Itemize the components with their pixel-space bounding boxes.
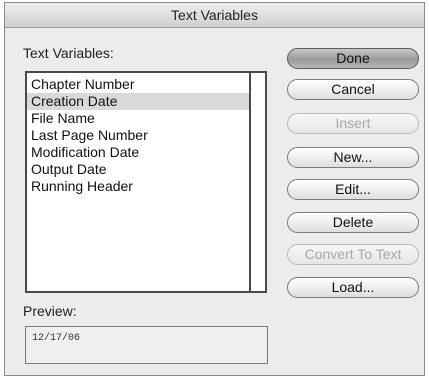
new-button[interactable]: New... bbox=[287, 147, 419, 168]
text-variables-dialog: Text Variables Text Variables: Chapter N… bbox=[4, 2, 425, 376]
preview-value: 12/17/06 bbox=[32, 333, 81, 344]
list-item[interactable]: Running Header bbox=[27, 178, 250, 195]
preview-label: Preview: bbox=[23, 303, 77, 319]
list-item[interactable]: Chapter Number bbox=[27, 76, 250, 93]
delete-button[interactable]: Delete bbox=[287, 212, 419, 233]
list-item[interactable]: Creation Date bbox=[27, 93, 250, 110]
list-item[interactable]: Modification Date bbox=[27, 144, 250, 161]
list-scrollbar[interactable] bbox=[249, 73, 265, 291]
title-bar[interactable]: Text Variables bbox=[5, 3, 424, 28]
list-item[interactable]: File Name bbox=[27, 110, 250, 127]
preview-field: 12/17/06 bbox=[25, 326, 268, 364]
list-item[interactable]: Last Page Number bbox=[27, 127, 250, 144]
dialog-title: Text Variables bbox=[171, 7, 258, 23]
text-variables-list[interactable]: Chapter Number Creation Date File Name L… bbox=[25, 71, 267, 293]
list-item[interactable]: Output Date bbox=[27, 161, 250, 178]
text-variables-label: Text Variables: bbox=[23, 45, 114, 61]
done-button[interactable]: Done bbox=[287, 48, 419, 69]
convert-to-text-button[interactable]: Convert To Text bbox=[287, 244, 419, 265]
insert-button[interactable]: Insert bbox=[287, 113, 419, 134]
cancel-button[interactable]: Cancel bbox=[287, 79, 419, 100]
edit-button[interactable]: Edit... bbox=[287, 179, 419, 200]
load-button[interactable]: Load... bbox=[287, 277, 419, 298]
